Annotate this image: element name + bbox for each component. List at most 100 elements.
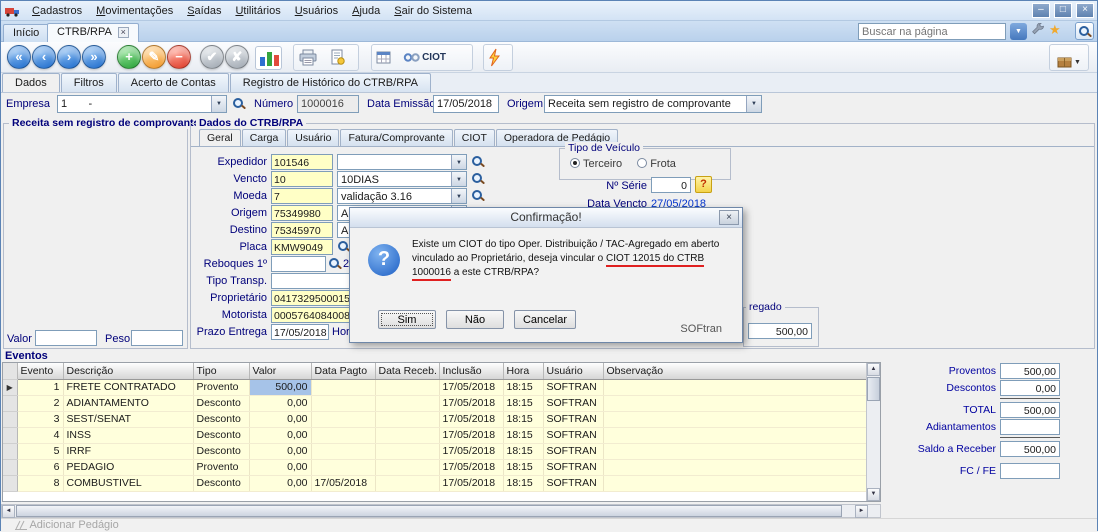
search-icon[interactable]	[471, 189, 485, 203]
scroll-up-icon[interactable]: ▲	[867, 363, 880, 376]
table-row[interactable]: 6PEDAGIOProvento0,0017/05/201818:15SOFTR…	[3, 459, 867, 475]
menu-sair-do-sistema[interactable]: Sair do Sistema	[387, 1, 479, 21]
prazo-entrega-field[interactable]: 17/05/2018	[271, 324, 329, 340]
moeda-code-field[interactable]: 7	[271, 188, 333, 204]
dialog-titlebar[interactable]: Confirmação! ×	[350, 208, 742, 228]
chevron-down-icon[interactable]: ▼	[1010, 23, 1027, 40]
dados-tab-ciot[interactable]: CIOT	[454, 129, 495, 146]
dados-tab-usuario[interactable]: Usuário	[287, 129, 339, 146]
minimize-button[interactable]: –	[1032, 3, 1050, 18]
chevron-down-icon[interactable]: ▼	[451, 155, 466, 169]
cancel-button[interactable]: ✘	[225, 45, 249, 69]
table-row[interactable]: 4INSSDesconto0,0017/05/201818:15SOFTRAN	[3, 427, 867, 443]
adicionar-pedagio-button[interactable]: Adicionar Pedágio	[15, 519, 119, 532]
delete-record-button[interactable]: −	[167, 45, 191, 69]
dados-tab-geral[interactable]: Geral	[199, 129, 241, 146]
expedidor-combo[interactable]: ▼	[337, 154, 467, 170]
table-row[interactable]: 2ADIANTAMENTODesconto0,0017/05/201818:15…	[3, 395, 867, 411]
vertical-scrollbar[interactable]: ▲ ▼	[866, 363, 880, 501]
nao-button[interactable]: Não	[446, 310, 504, 329]
package-dropdown-button[interactable]: ▼	[1049, 44, 1089, 71]
placa-field[interactable]: KMW9049	[271, 239, 333, 255]
search-icon[interactable]	[328, 257, 342, 271]
help-icon[interactable]: ?	[695, 176, 712, 193]
scroll-right-icon[interactable]: ►	[855, 505, 868, 518]
origem-code-field[interactable]: 75349980	[271, 205, 333, 221]
scroll-down-icon[interactable]: ▼	[867, 488, 880, 501]
column-header-observacao[interactable]: Observação	[603, 363, 867, 379]
horizontal-scrollbar[interactable]: ◄ ►	[1, 504, 881, 518]
table-row[interactable]: ▶1FRETE CONTRATADOProvento500,0017/05/20…	[3, 379, 867, 395]
table-row[interactable]: 3SEST/SENATDesconto0,0017/05/201818:15SO…	[3, 411, 867, 427]
search-icon[interactable]	[471, 155, 485, 169]
cancelar-button[interactable]: Cancelar	[514, 310, 576, 329]
peso-field[interactable]	[131, 330, 183, 346]
destino-code-field[interactable]: 75345970	[271, 222, 333, 238]
valor-field[interactable]	[35, 330, 97, 346]
report-button[interactable]	[325, 45, 349, 70]
search-icon[interactable]	[232, 97, 246, 111]
sim-button[interactable]: Sim	[378, 310, 436, 329]
vencto-code-field[interactable]: 10	[271, 171, 333, 187]
menu-ajuda[interactable]: Ajuda	[345, 1, 387, 21]
page-search-input[interactable]	[858, 23, 1006, 40]
print-button[interactable]	[294, 45, 322, 70]
lightning-button[interactable]	[484, 45, 505, 70]
table-row[interactable]: 5IRRFDesconto0,0017/05/201818:15SOFTRAN	[3, 443, 867, 459]
column-header-tipo[interactable]: Tipo	[193, 363, 249, 379]
column-header-evento[interactable]: Evento	[17, 363, 63, 379]
column-header-hora[interactable]: Hora	[503, 363, 543, 379]
menu-movimentacoes[interactable]: Movimentações	[89, 1, 180, 21]
chevron-down-icon[interactable]: ▼	[451, 189, 466, 203]
tab-ctrb-rpa[interactable]: CTRB/RPA×	[47, 23, 139, 42]
menu-saidas[interactable]: Saídas	[180, 1, 228, 21]
num-serie-field[interactable]: 0	[651, 177, 691, 193]
nav-next-button[interactable]: ›	[57, 45, 81, 69]
vencto-combo[interactable]: 10DIAS▼	[337, 171, 467, 187]
chevron-down-icon[interactable]: ▼	[746, 96, 761, 112]
tab-filtros[interactable]: Filtros	[61, 73, 117, 92]
wrench-icon[interactable]	[1031, 23, 1047, 40]
star-icon[interactable]: ★	[1049, 22, 1061, 38]
chevron-down-icon[interactable]: ▼	[211, 96, 226, 112]
scroll-left-icon[interactable]: ◄	[2, 505, 15, 518]
table-row[interactable]: 8COMBUSTIVELDesconto0,0017/05/201817/05/…	[3, 475, 867, 491]
nav-last-button[interactable]: »	[82, 45, 106, 69]
add-record-button[interactable]: +	[117, 45, 141, 69]
tab-inicio[interactable]: Início	[3, 24, 49, 42]
column-header-descricao[interactable]: Descrição	[63, 363, 193, 379]
expedidor-code-field[interactable]: 101546	[271, 154, 333, 170]
nav-first-button[interactable]: «	[7, 45, 31, 69]
reboque1-field[interactable]	[271, 256, 326, 272]
tab-dados[interactable]: Dados	[2, 73, 60, 92]
scrollbar-thumb[interactable]	[867, 377, 880, 401]
column-header-data-receb[interactable]: Data Receb.	[375, 363, 439, 379]
dados-tab-carga[interactable]: Carga	[242, 129, 287, 146]
column-header-data-pagto[interactable]: Data Pagto	[311, 363, 375, 379]
scrollbar-thumb[interactable]	[16, 505, 842, 517]
search-icon[interactable]	[1075, 22, 1094, 40]
terceiro-radio[interactable]	[570, 158, 580, 168]
chevron-down-icon[interactable]: ▼	[451, 172, 466, 186]
grid-export-button[interactable]	[372, 45, 396, 70]
origem-combo[interactable]: Receita sem registro de comprovante ▼	[544, 95, 762, 113]
nav-previous-button[interactable]: ‹	[32, 45, 56, 69]
data-emissao-field[interactable]: 17/05/2018	[433, 95, 499, 113]
ciot-button[interactable]: CIOT	[399, 45, 450, 70]
maximize-button[interactable]: □	[1054, 3, 1072, 18]
column-header-inclusao[interactable]: Inclusão	[439, 363, 503, 379]
menu-cadastros[interactable]: Cadastros	[25, 1, 89, 21]
agregado-value-field[interactable]: 500,00	[748, 323, 812, 339]
menu-utilitarios[interactable]: Utilitários	[228, 1, 287, 21]
moeda-combo[interactable]: validação 3.16▼	[337, 188, 467, 204]
column-header-usuario[interactable]: Usuário	[543, 363, 603, 379]
edit-record-button[interactable]: ✎	[142, 45, 166, 69]
close-button[interactable]: ×	[1076, 3, 1094, 18]
chart-button[interactable]	[255, 46, 282, 70]
frota-radio[interactable]	[637, 158, 647, 168]
dados-tab-fatura-comprovante[interactable]: Fatura/Comprovante	[340, 129, 452, 146]
tab-acerto-de-contas[interactable]: Acerto de Contas	[118, 73, 229, 92]
tab-close-icon[interactable]: ×	[118, 27, 129, 38]
menu-usuarios[interactable]: Usuários	[288, 1, 345, 21]
column-header-valor[interactable]: Valor	[249, 363, 311, 379]
